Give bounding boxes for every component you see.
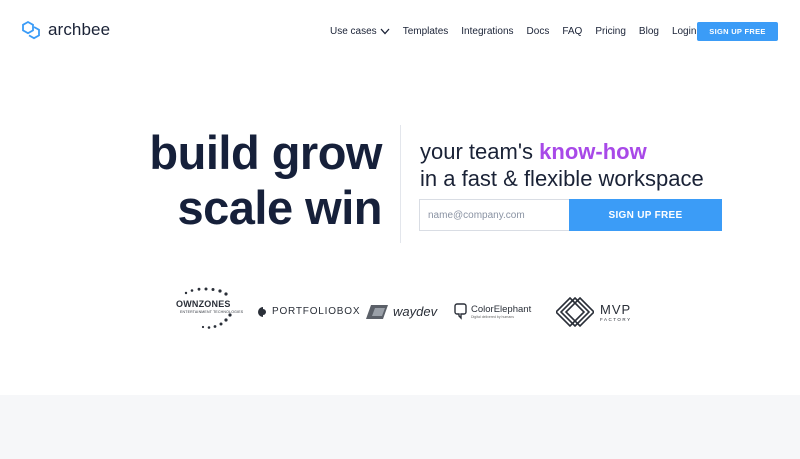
colorelephant-icon	[454, 303, 467, 320]
nav-integrations[interactable]: Integrations	[461, 26, 513, 37]
hero-headline-line1: build grow	[149, 126, 382, 179]
nav-signup-button[interactable]: SIGN UP FREE	[697, 22, 778, 41]
hero-headline-line2: scale win	[177, 181, 383, 234]
customer-logos: OWNZONES ENTERTAINMENT TECHNOLOGIES PORT…	[0, 287, 800, 335]
hero-tagline: your team's know-how in a fast & flexibl…	[420, 138, 704, 192]
email-input[interactable]: name@company.com	[419, 199, 569, 231]
nav-blog[interactable]: Blog	[639, 26, 659, 37]
nav-use-cases[interactable]: Use cases	[330, 26, 390, 37]
hero-headline: build grow scale win	[100, 125, 382, 235]
archbee-logo-icon	[22, 20, 40, 40]
ownzones-name: OWNZONES	[176, 299, 231, 309]
nav-templates[interactable]: Templates	[403, 26, 449, 37]
signup-form: name@company.com SIGN UP FREE	[419, 199, 722, 231]
brand-name: archbee	[48, 20, 111, 39]
nav-login[interactable]: Login	[672, 26, 696, 37]
ownzones-sub: ENTERTAINMENT TECHNOLOGIES	[180, 310, 244, 314]
mvp-factory-logo: MVP FACTORY	[556, 297, 632, 327]
tagline-highlight: know-how	[539, 139, 647, 164]
top-nav: archbee Use cases Templates Integrations…	[0, 0, 800, 62]
nav-use-cases-label: Use cases	[330, 26, 377, 37]
nav-pricing[interactable]: Pricing	[595, 26, 626, 37]
mvp-sub: FACTORY	[600, 317, 632, 322]
colorelephant-logo: ColorElephant Digital delivered by human…	[453, 302, 531, 320]
nav-faq[interactable]: FAQ	[562, 26, 582, 37]
hero-divider	[400, 125, 401, 243]
waydev-name: waydev	[393, 304, 438, 319]
chevron-down-icon	[380, 28, 390, 35]
waydev-icon	[366, 304, 388, 319]
colorelephant-name: ColorElephant	[471, 303, 532, 315]
ownzones-logo: OWNZONES ENTERTAINMENT TECHNOLOGIES	[168, 287, 248, 333]
hero-signup-button[interactable]: SIGN UP FREE	[569, 199, 722, 231]
archbee-logo[interactable]: archbee	[21, 20, 110, 40]
portfoliobox-name: PORTFOLIOBOX	[272, 306, 361, 317]
tagline-prefix: your team's	[420, 139, 540, 164]
mvp-factory-icon	[556, 297, 594, 327]
next-section-band	[0, 395, 800, 459]
portfoliobox-icon	[258, 306, 266, 317]
colorelephant-sub: Digital delivered by humans	[471, 314, 514, 319]
tagline-line2: in a fast & flexible workspace	[420, 166, 704, 191]
waydev-logo: waydev	[366, 304, 437, 319]
nav-docs[interactable]: Docs	[527, 26, 550, 37]
portfoliobox-logo: PORTFOLIOBOX	[258, 306, 360, 317]
mvp-name: MVP	[600, 302, 632, 317]
